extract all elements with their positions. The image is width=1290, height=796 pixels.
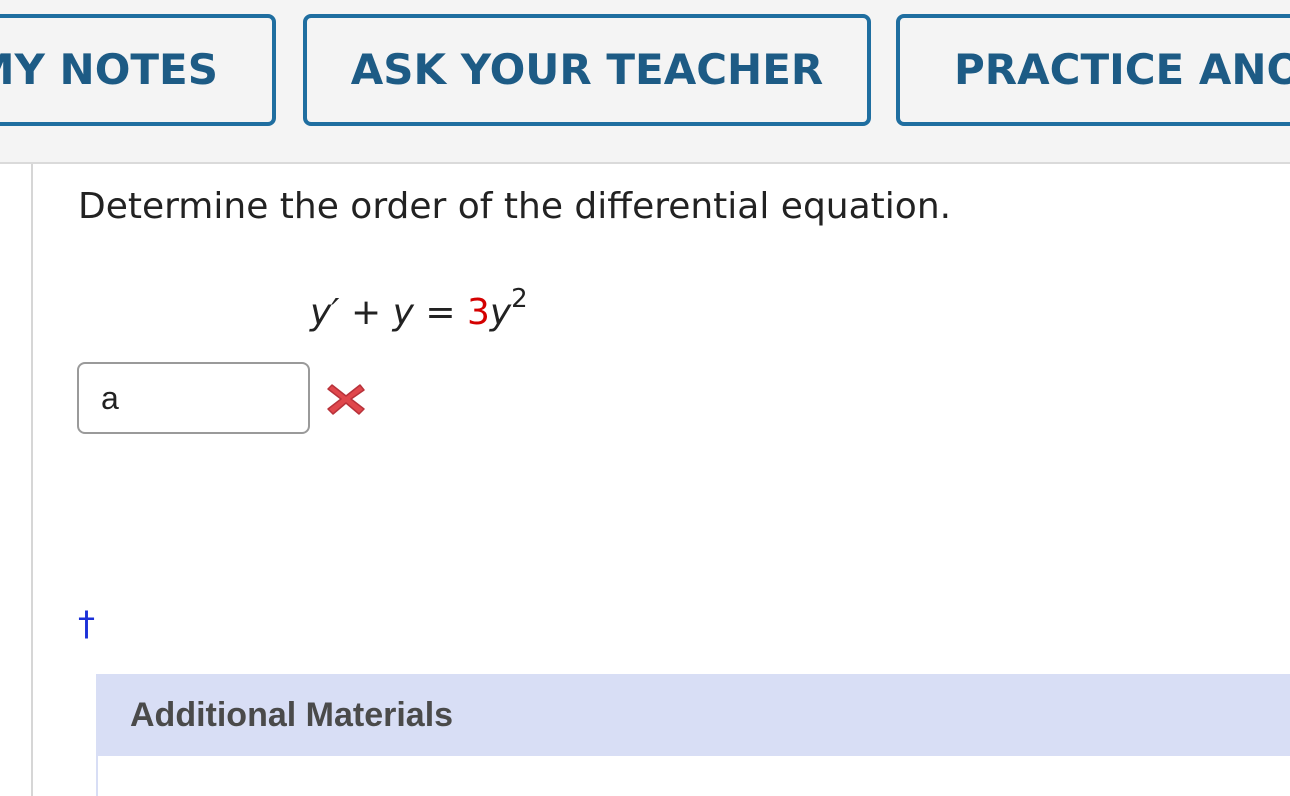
wrong-x-icon bbox=[327, 384, 365, 415]
equation-coefficient: 3 bbox=[466, 292, 490, 333]
question-prompt: Determine the order of the differential … bbox=[78, 186, 952, 227]
equation-y: y bbox=[392, 292, 414, 333]
differential-equation: y′ + y = 3y2 bbox=[310, 284, 528, 333]
equation-y-prime: y′ bbox=[310, 292, 340, 333]
page: MY NOTES ASK YOUR TEACHER PRACTICE ANO D… bbox=[0, 0, 1290, 796]
equation-y-power-base: y bbox=[489, 292, 512, 333]
left-rail-divider bbox=[31, 164, 33, 796]
answer-input[interactable]: a bbox=[77, 362, 310, 434]
ask-your-teacher-button[interactable]: ASK YOUR TEACHER bbox=[303, 14, 871, 126]
additional-materials-header: Additional Materials bbox=[96, 674, 1290, 756]
equation-exponent: 2 bbox=[511, 284, 528, 314]
additional-materials-title: Additional Materials bbox=[130, 696, 454, 734]
equation-equals: = bbox=[425, 292, 456, 333]
footnote-dagger-link[interactable]: † bbox=[78, 604, 95, 644]
equation-plus: + bbox=[350, 292, 382, 333]
my-notes-button[interactable]: MY NOTES bbox=[0, 14, 276, 126]
toolbar: MY NOTES ASK YOUR TEACHER PRACTICE ANO bbox=[0, 0, 1290, 164]
practice-another-button[interactable]: PRACTICE ANO bbox=[896, 14, 1290, 126]
additional-materials-body bbox=[96, 756, 1290, 796]
